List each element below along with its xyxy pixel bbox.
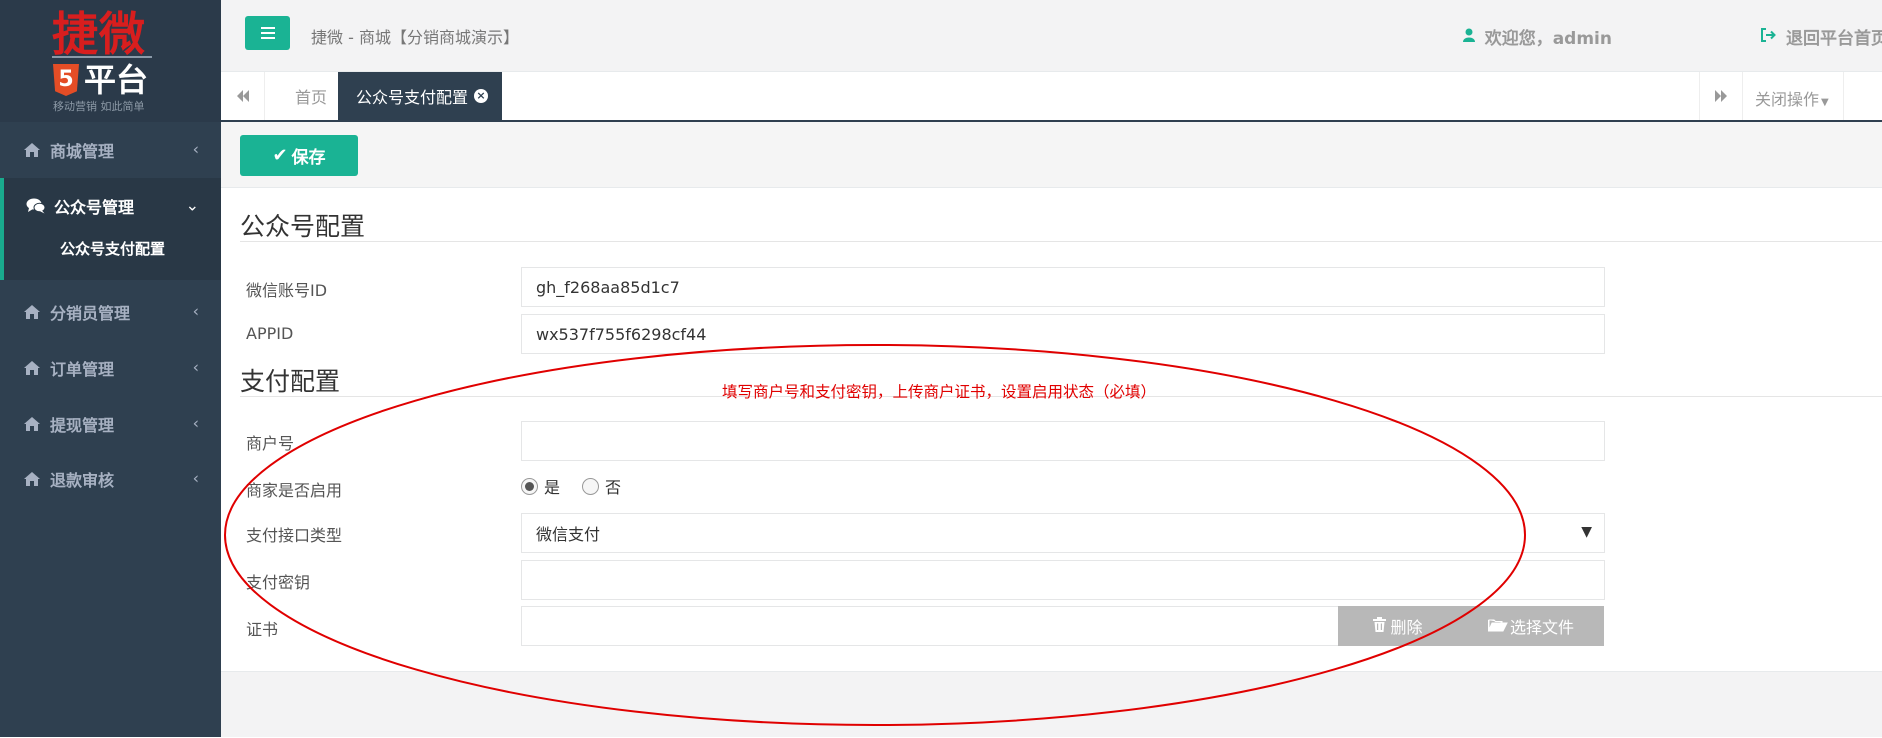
annotation-text: 填写商户号和支付密钥，上传商户证书，设置启用状态（必填） <box>722 383 1157 401</box>
comments-icon <box>26 198 46 214</box>
home-icon <box>22 360 42 376</box>
tab-divider <box>1843 72 1844 120</box>
sidebar-item-withdrawals[interactable]: 提现管理 ‹ <box>0 396 221 452</box>
back-home-label: 退回平台首页 <box>1786 29 1882 49</box>
wechat-id-input[interactable]: gh_f268aa85d1c7 <box>521 267 1605 307</box>
chevron-left-icon: ‹ <box>192 139 199 159</box>
hamburger-icon <box>260 27 275 39</box>
home-icon <box>22 142 42 158</box>
save-label: 保存 <box>291 148 326 168</box>
sidebar-item-label: 商城管理 <box>50 142 115 161</box>
close-operations-dropdown[interactable]: 关闭操作 ▼ <box>1755 86 1829 110</box>
html5-icon: 5 <box>53 64 79 96</box>
sidebar-item-label: 公众号管理 <box>54 198 135 217</box>
logo-slogan: 移动营销 如此简单 <box>53 100 145 113</box>
home-icon <box>22 304 42 320</box>
check-icon: ✔ <box>272 145 288 166</box>
sidebar-item-distributors[interactable]: 分销员管理 ‹ <box>0 284 221 340</box>
section-divider <box>240 241 1882 242</box>
close-operations-label: 关闭操作 <box>1755 90 1820 109</box>
sidebar-item-wechat[interactable]: 公众号管理 ⌄ 公众号支付配置 <box>0 178 221 280</box>
sidebar-item-label: 提现管理 <box>50 416 115 435</box>
double-right-icon <box>1714 87 1728 106</box>
sidebar-item-label: 订单管理 <box>50 360 115 379</box>
logo: 捷微 5 平台 移动营销 如此简单 <box>0 0 221 122</box>
home-icon <box>22 416 42 432</box>
save-button[interactable]: ✔ 保存 <box>240 135 358 176</box>
back-home-link[interactable]: 退回平台首页 <box>1761 24 1882 49</box>
chevron-left-icon: ‹ <box>192 468 199 488</box>
menu-toggle-button[interactable] <box>245 16 290 50</box>
sidebar-item-label: 分销员管理 <box>50 304 131 323</box>
wechat-id-label: 微信账号ID <box>246 281 328 300</box>
tab-label: 公众号支付配置 <box>356 88 469 107</box>
page-title: 捷微 - 商城【分销商城演示】 <box>311 28 519 47</box>
tab-wechat-pay-config[interactable]: 公众号支付配置 × <box>338 72 502 120</box>
sidebar-item-shop[interactable]: 商城管理 ‹ <box>0 122 221 178</box>
welcome-user: 欢迎您，admin <box>1462 24 1612 49</box>
home-icon <box>22 471 42 487</box>
caret-down-icon: ▼ <box>1581 524 1592 540</box>
sidebar-subitem-wechat-pay-config[interactable]: 公众号支付配置 <box>60 238 165 259</box>
logo-brand-text: 捷微 <box>52 7 146 61</box>
tab-scroll-left-button[interactable] <box>221 72 265 120</box>
double-left-icon <box>236 87 250 106</box>
user-icon <box>1462 28 1475 46</box>
sidebar: 捷微 5 平台 移动营销 如此简单 商城管理 ‹ 公众号管理 ⌄ 公众号支付配置… <box>0 0 221 737</box>
tab-bar: 首页 公众号支付配置 × 关闭操作 ▼ <box>221 72 1882 122</box>
logo-divider <box>52 56 152 58</box>
chevron-down-icon: ⌄ <box>185 195 199 215</box>
chevron-left-icon: ‹ <box>192 357 199 377</box>
section-title-wechat: 公众号配置 <box>240 212 366 241</box>
welcome-text: 欢迎您，admin <box>1484 29 1612 49</box>
logo-platform-text: 平台 <box>84 61 149 99</box>
chevron-left-icon: ‹ <box>192 301 199 321</box>
sign-out-icon <box>1761 27 1776 46</box>
chevron-left-icon: ‹ <box>192 413 199 433</box>
sidebar-item-orders[interactable]: 订单管理 ‹ <box>0 340 221 396</box>
close-icon[interactable]: × <box>474 89 489 103</box>
top-header: 捷微 - 商城【分销商城演示】 欢迎您，admin 退回平台首页 <box>221 0 1882 72</box>
caret-down-icon: ▼ <box>1821 97 1829 108</box>
sidebar-item-refunds[interactable]: 退款审核 ‹ <box>0 451 221 507</box>
sidebar-item-label: 退款审核 <box>50 471 115 490</box>
tab-scroll-right-button[interactable] <box>1699 72 1743 120</box>
form-toolbar: ✔ 保存 <box>221 122 1882 188</box>
